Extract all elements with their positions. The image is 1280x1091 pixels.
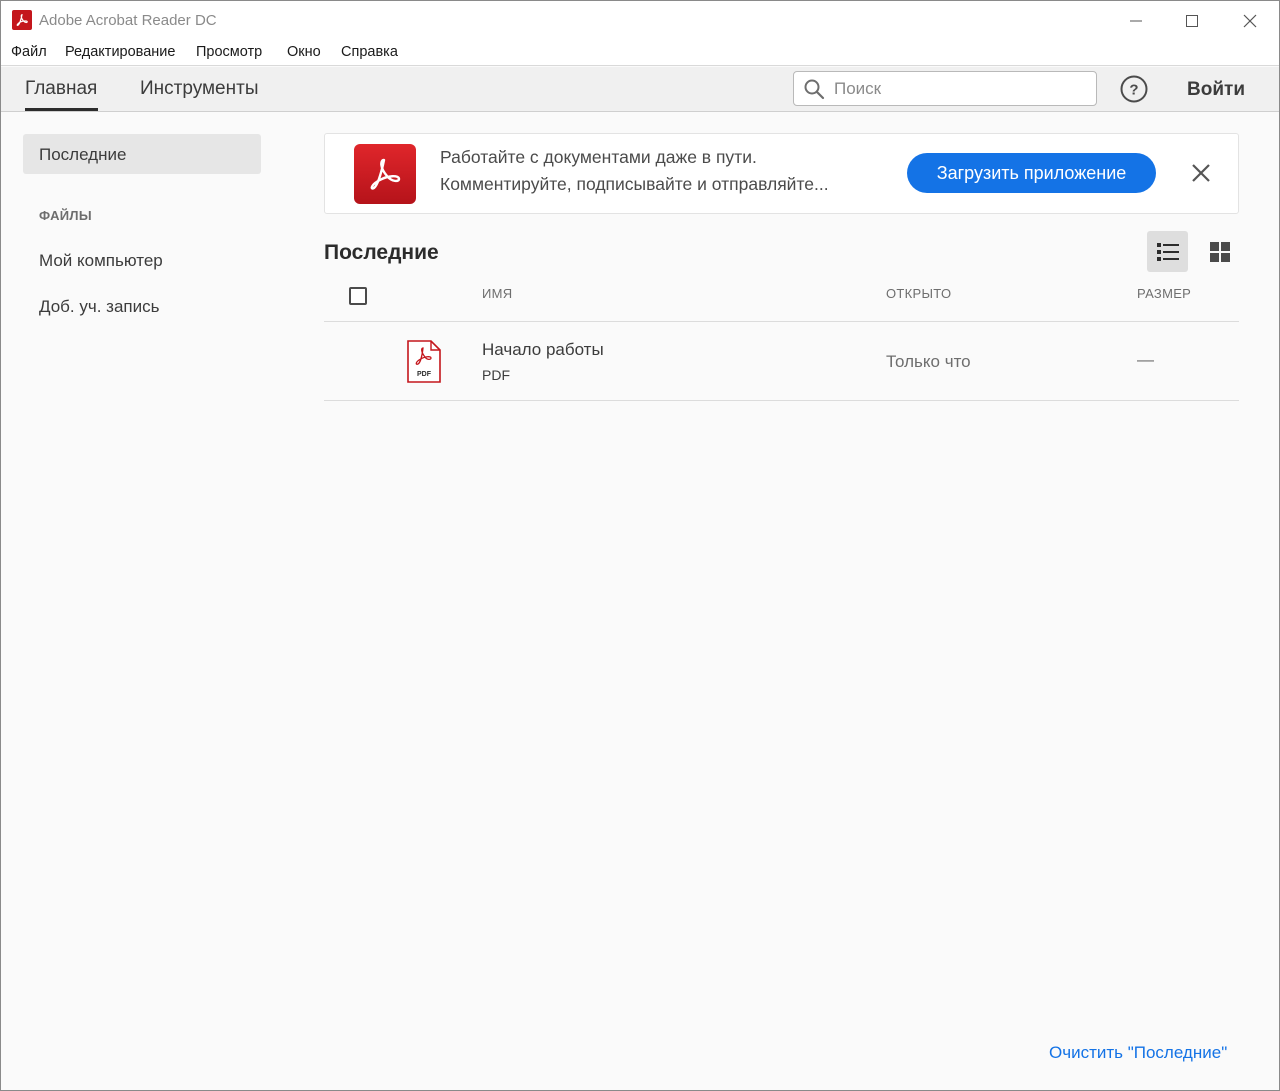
grid-view-button[interactable] (1199, 231, 1240, 272)
file-size: — (1137, 350, 1154, 369)
file-type: PDF (482, 367, 510, 383)
table-row[interactable]: PDF Начало работы PDF Только что — (324, 323, 1239, 401)
table-header-divider (324, 321, 1239, 322)
pdf-file-icon: PDF (407, 340, 441, 383)
window-title: Adobe Acrobat Reader DC (39, 12, 217, 29)
signin-button[interactable]: Войти (1187, 79, 1245, 101)
close-icon (1243, 14, 1257, 27)
menu-bar: Файл Редактирование Просмотр Окно Справк… (1, 40, 1279, 66)
minimize-button[interactable] (1107, 1, 1165, 40)
search-input[interactable] (834, 78, 1084, 100)
search-box[interactable] (793, 71, 1097, 106)
tab-tools[interactable]: Инструменты (140, 78, 258, 100)
svg-text:PDF: PDF (417, 371, 432, 378)
sidebar-item-add-account[interactable]: Доб. уч. запись (39, 297, 159, 317)
acrobat-logo-icon (12, 10, 32, 30)
recents-title: Последние (324, 241, 439, 264)
close-icon[interactable] (1189, 161, 1213, 185)
close-window-button[interactable] (1221, 1, 1279, 40)
clear-recents-link[interactable]: Очистить "Последние" (1049, 1043, 1227, 1063)
column-header-opened[interactable]: ОТКРЫТО (886, 286, 951, 301)
file-name[interactable]: Начало работы (482, 340, 604, 360)
list-view-icon (1156, 242, 1179, 261)
acrobat-app-icon (354, 144, 416, 204)
sidebar-item-my-computer[interactable]: Мой компьютер (39, 251, 163, 271)
menu-edit[interactable]: Редактирование (65, 44, 175, 60)
search-icon (804, 79, 825, 100)
column-header-name[interactable]: ИМЯ (482, 286, 512, 301)
banner-text-line2: Комментируйте, подписывайте и отправляйт… (440, 174, 829, 194)
svg-text:?: ? (1129, 82, 1138, 99)
tab-home[interactable]: Главная (25, 78, 97, 100)
maximize-button[interactable] (1163, 1, 1221, 40)
maximize-icon (1186, 14, 1198, 27)
list-view-button[interactable] (1147, 231, 1188, 272)
grid-view-icon (1209, 241, 1230, 262)
app-window: Adobe Acrobat Reader DC Файл Редактирова… (0, 0, 1280, 1091)
get-app-button[interactable]: Загрузить приложение (907, 153, 1156, 193)
menu-file[interactable]: Файл (11, 44, 47, 60)
file-opened: Только что (886, 352, 971, 371)
table-row-divider (324, 400, 1239, 401)
mobile-app-banner: Работайте с документами даже в пути. Ком… (324, 133, 1239, 214)
tab-bar: Главная Инструменты ? Войти (1, 67, 1279, 112)
column-header-size[interactable]: РАЗМЕР (1137, 286, 1191, 301)
menu-help[interactable]: Справка (341, 44, 398, 60)
minimize-icon (1130, 20, 1142, 21)
active-tab-indicator (25, 108, 98, 111)
question-circle-icon[interactable]: ? (1120, 75, 1148, 103)
sidebar-files-header: ФАЙЛЫ (39, 208, 92, 223)
menu-window[interactable]: Окно (287, 44, 321, 60)
banner-text-line1: Работайте с документами даже в пути. (440, 147, 757, 167)
select-all-checkbox[interactable] (349, 287, 367, 305)
menu-view[interactable]: Просмотр (196, 44, 262, 60)
sidebar-item-recent-label[interactable]: Последние (39, 145, 126, 165)
title-bar: Adobe Acrobat Reader DC (1, 1, 1279, 40)
